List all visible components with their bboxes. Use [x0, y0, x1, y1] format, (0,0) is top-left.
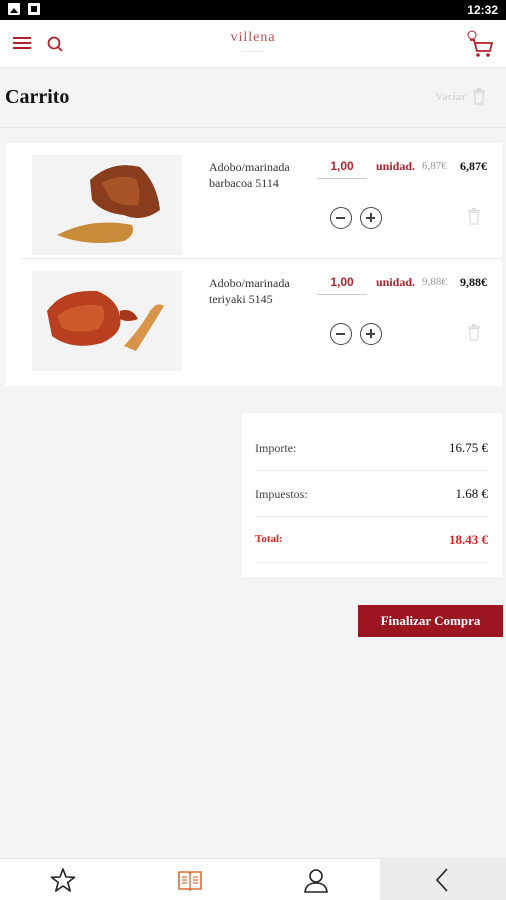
nav-back[interactable] — [380, 859, 506, 900]
remove-item-icon[interactable] — [467, 324, 481, 341]
line-price: 9,88€ — [460, 275, 487, 289]
empty-cart-button[interactable]: Vaciar — [435, 88, 486, 105]
quantity-field[interactable]: 1,00 — [317, 159, 367, 179]
product-image-teriyaki[interactable] — [32, 271, 182, 371]
status-icons — [8, 3, 40, 15]
file-notification-icon — [28, 3, 40, 15]
total-row: Total: 18.43 € — [255, 517, 488, 563]
subtotal-label: Importe: — [255, 441, 297, 455]
cart-icon[interactable] — [466, 28, 494, 58]
nav-account[interactable] — [253, 859, 379, 900]
unit-price: 6,87€ — [422, 160, 447, 172]
total-value: 18.43 € — [449, 532, 488, 547]
cart-item-row: Adobo/marinada barbacoa 5114 1,00 unidad… — [21, 143, 502, 259]
product-name[interactable]: Adobo/marinada teriyaki 5145 — [209, 275, 314, 307]
totals-card: Importe: 16.75 € Impuestos: 1.68 € Total… — [242, 413, 502, 577]
tax-row: Impuestos: 1.68 € — [255, 471, 488, 517]
image-notification-icon — [8, 3, 20, 15]
decrease-quantity-button[interactable] — [330, 323, 352, 345]
line-price: 6,87€ — [460, 159, 487, 173]
catalog-book-icon — [178, 871, 202, 892]
brand-logo[interactable]: villena — [0, 30, 506, 46]
tax-value: 1.68 € — [455, 486, 489, 501]
bottom-nav — [0, 858, 506, 900]
user-icon — [304, 869, 328, 893]
trash-icon — [473, 88, 485, 105]
cart-items-card: Adobo/marinada barbacoa 5114 1,00 unidad… — [6, 143, 502, 386]
increase-quantity-button[interactable] — [360, 207, 382, 229]
unit-price: 9,88€ — [422, 276, 447, 288]
product-name[interactable]: Adobo/marinada barbacoa 5114 — [209, 159, 314, 191]
checkout-button[interactable]: Finalizar Compra — [358, 605, 503, 637]
unit-label: unidad. — [376, 159, 416, 173]
title-row: Carrito Vaciar — [0, 68, 506, 128]
cart-item-row: Adobo/marinada teriyaki 5145 1,00 unidad… — [21, 259, 502, 375]
quantity-field[interactable]: 1,00 — [317, 275, 367, 295]
nav-catalog[interactable] — [127, 859, 253, 900]
tax-label: Impuestos: — [255, 487, 308, 501]
unit-label: unidad. — [376, 275, 416, 289]
total-label: Total: — [255, 533, 283, 545]
decrease-quantity-button[interactable] — [330, 207, 352, 229]
nav-favorites[interactable] — [0, 859, 126, 900]
back-chevron-icon — [435, 868, 448, 892]
subtotal-row: Importe: 16.75 € — [255, 425, 488, 471]
status-time: 12:32 — [467, 3, 498, 17]
status-bar: 12:32 — [0, 0, 506, 20]
page-title: Carrito — [5, 86, 70, 108]
subtotal-value: 16.75 € — [449, 440, 488, 455]
product-image-barbacoa[interactable] — [32, 155, 182, 255]
remove-item-icon[interactable] — [467, 208, 481, 225]
star-icon — [50, 868, 76, 892]
increase-quantity-button[interactable] — [360, 323, 382, 345]
app-header: villena ................ — [0, 20, 506, 68]
empty-cart-label: Vaciar — [435, 90, 466, 103]
brand-logo-subtitle: ................ — [241, 48, 265, 54]
